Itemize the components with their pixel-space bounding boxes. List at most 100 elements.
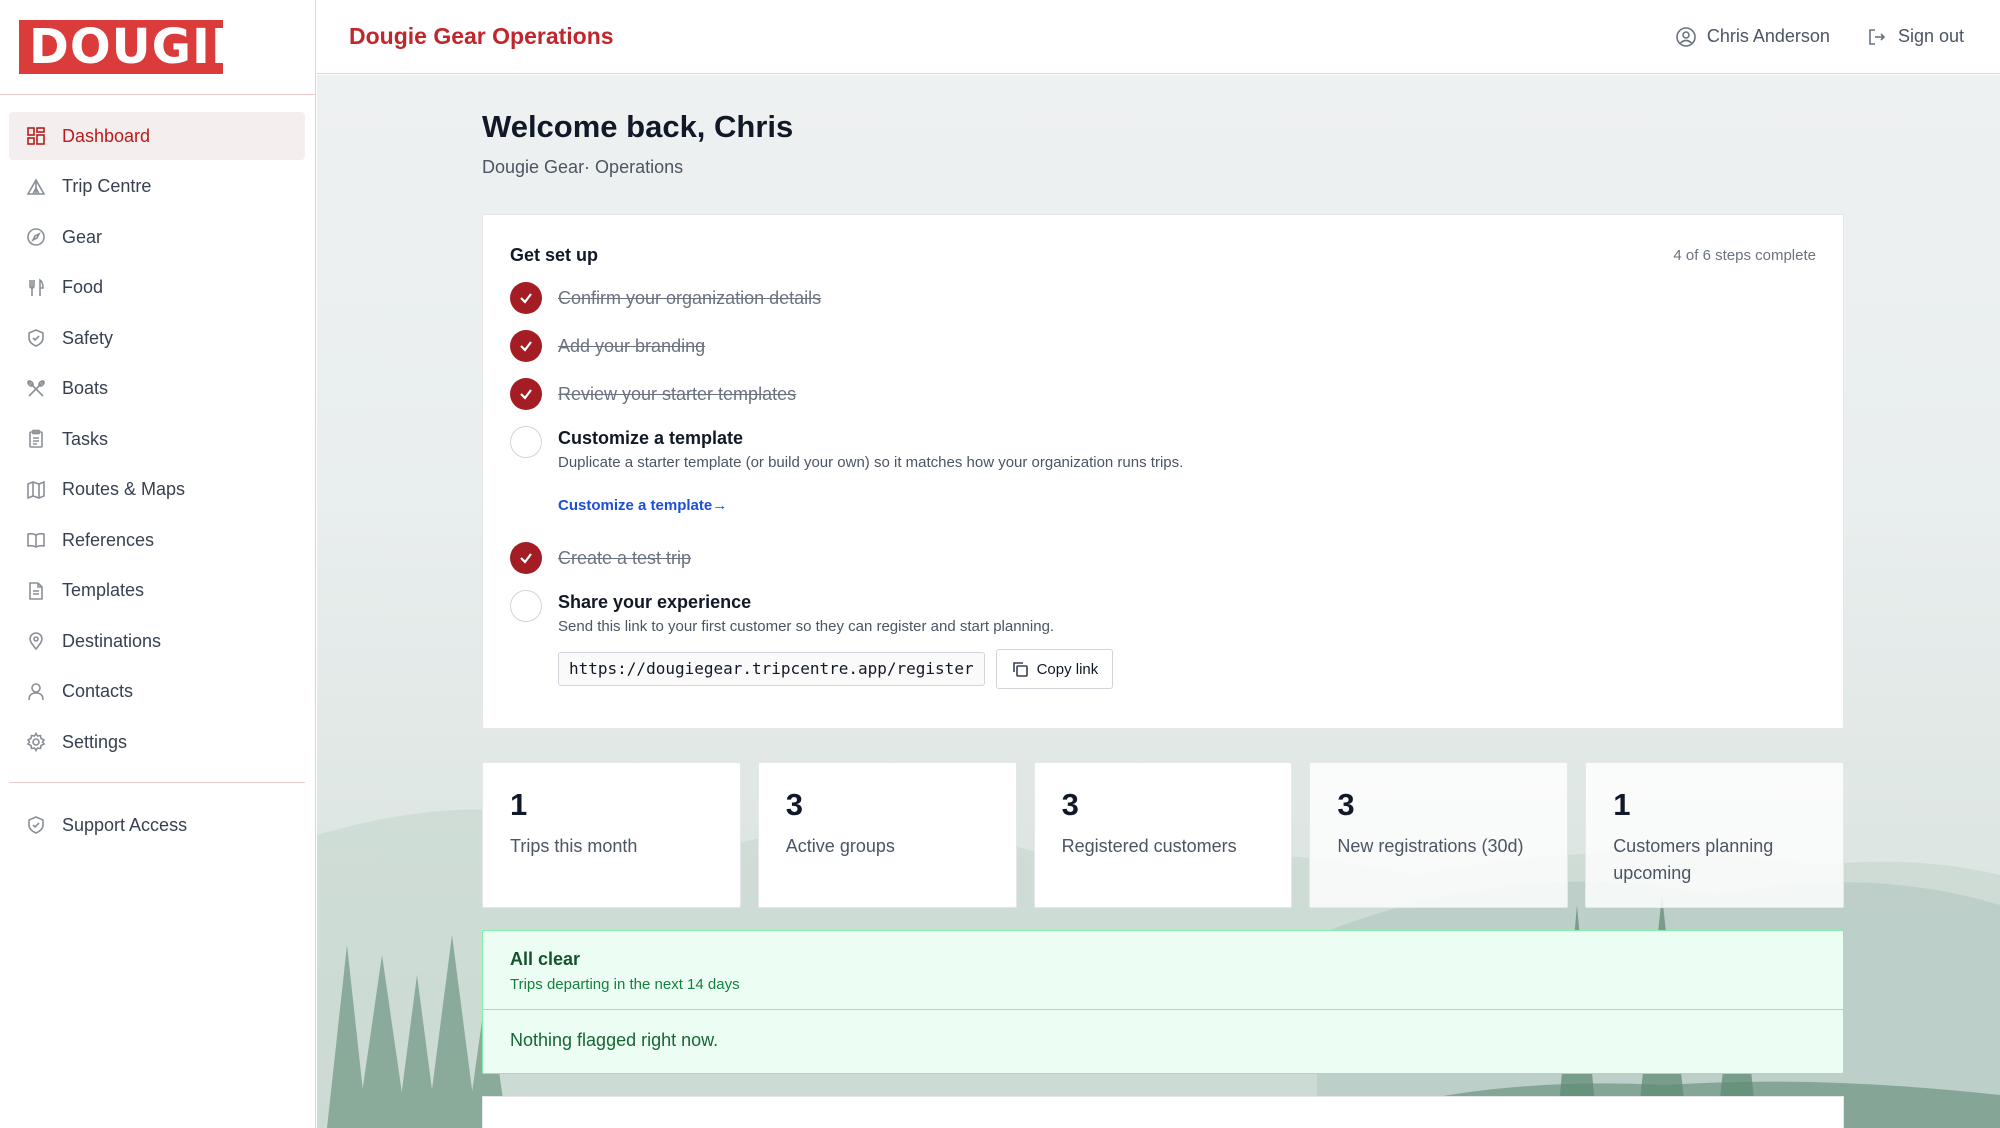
sidebar-item-tasks[interactable]: Tasks <box>9 415 305 463</box>
map-pin-icon <box>25 630 47 652</box>
sidebar-item-label: Destinations <box>62 630 162 651</box>
utensils-icon <box>25 277 47 299</box>
setup-checklist-card: Get set up 4 of 6 steps complete Confirm… <box>482 214 1844 729</box>
alert-header: All clear Trips departing in the next 14… <box>483 931 1843 1010</box>
stat-label: Registered customers <box>1061 836 1237 856</box>
departures-alert: All clear Trips departing in the next 14… <box>482 930 1844 1074</box>
sidebar: DOUGIE Dashboard Trip Centre Gear Food S… <box>0 0 316 1128</box>
sidebar-item-label: Food <box>62 277 104 297</box>
sidebar-item-references[interactable]: References <box>9 516 305 564</box>
step-title: Share your experience <box>558 592 752 612</box>
stat-value: 1 <box>510 787 528 822</box>
app-title: Dougie Gear Operations <box>349 23 614 49</box>
stat-label: Trips this month <box>510 836 638 856</box>
sidebar-item-food[interactable]: Food <box>9 264 305 312</box>
sidebar-item-label: Templates <box>62 580 145 600</box>
paddles-icon <box>25 378 47 400</box>
brand-logo[interactable]: DOUGIE <box>19 20 244 74</box>
alert-subtitle: Trips departing in the next 14 days <box>510 976 740 993</box>
check-circle-icon <box>510 542 542 574</box>
map-icon <box>25 479 47 501</box>
setup-step[interactable]: Customize a template Duplicate a starter… <box>510 426 1816 526</box>
stat-label: Customers planning upcoming <box>1613 836 1774 883</box>
empty-circle-icon <box>510 590 542 622</box>
step-title: Customize a template <box>558 428 744 448</box>
stat-label: Active groups <box>785 836 895 856</box>
sidebar-item-templates[interactable]: Templates <box>9 567 305 615</box>
setup-title: Get set up <box>510 245 599 265</box>
compass-icon <box>25 226 47 248</box>
sidebar-item-gear[interactable]: Gear <box>9 213 305 261</box>
sidebar-item-boats[interactable]: Boats <box>9 365 305 413</box>
stat-card[interactable]: 3 New registrations (30d) <box>1309 762 1569 908</box>
stats-row: 1 Trips this month 3 Active groups 3 Reg… <box>482 762 1844 908</box>
book-icon <box>25 529 47 551</box>
welcome-heading: Welcome back, Chris <box>482 109 794 144</box>
setup-step[interactable]: Create a test trip <box>510 542 1816 574</box>
setup-header: Get set up 4 of 6 steps complete <box>510 245 1816 266</box>
setup-step[interactable]: Share your experience Send this link to … <box>510 590 1816 689</box>
shield-icon <box>25 327 47 349</box>
step-title: Add your branding <box>558 336 706 356</box>
stat-value: 3 <box>785 787 804 822</box>
stat-card[interactable]: 3 Active groups <box>757 762 1017 908</box>
sign-out-label: Sign out <box>1897 26 1964 46</box>
user-circle-icon <box>1676 26 1696 47</box>
check-circle-icon <box>510 282 542 314</box>
check-circle-icon <box>510 330 542 362</box>
sign-out-icon <box>1869 28 1886 45</box>
sidebar-item-destinations[interactable]: Destinations <box>9 617 305 665</box>
user-menu[interactable]: Chris Anderson <box>1675 26 1830 48</box>
sidebar-item-contacts[interactable]: Contacts <box>9 668 305 716</box>
alert-message: Nothing flagged right now. <box>510 1030 719 1050</box>
shield-check-icon <box>25 814 47 836</box>
next-section-card <box>482 1096 1844 1128</box>
document-icon <box>25 580 47 602</box>
user-name: Chris Anderson <box>1706 26 1830 46</box>
step-description: Duplicate a starter template (or build y… <box>558 454 1184 471</box>
sidebar-item-label: Contacts <box>62 681 134 701</box>
sidebar-item-label: Gear <box>62 226 103 247</box>
customize-template-link[interactable]: Customize a template→ <box>558 497 727 514</box>
stat-label: New registrations (30d) <box>1337 836 1524 856</box>
setup-step[interactable]: Confirm your organization details <box>510 282 1816 314</box>
copy-icon <box>1012 662 1028 677</box>
sidebar-nav: Dashboard Trip Centre Gear Food Safety B… <box>0 95 315 849</box>
page-subtitle: Dougie Gear· Operations <box>482 157 684 177</box>
user-icon <box>25 681 47 703</box>
empty-circle-icon <box>510 426 542 458</box>
alert-title: All clear <box>510 949 581 969</box>
registration-url[interactable]: https://dougiegear.tripcentre.app/regist… <box>558 652 985 686</box>
sidebar-item-label: Tasks <box>62 428 109 449</box>
sidebar-item-label: Support Access <box>62 814 188 835</box>
gear-icon <box>25 731 47 753</box>
sidebar-item-label: Boats <box>62 378 109 398</box>
setup-step[interactable]: Add your branding <box>510 330 1816 362</box>
sidebar-item-label: Settings <box>62 731 128 752</box>
step-title: Confirm your organization details <box>558 288 822 308</box>
stat-value: 3 <box>1337 787 1355 822</box>
sidebar-item-support-access[interactable]: Support Access <box>9 801 305 849</box>
copy-link-button[interactable]: Copy link <box>995 649 1114 689</box>
setup-step[interactable]: Review your starter templates <box>510 378 1816 410</box>
sidebar-divider <box>9 782 305 783</box>
step-title: Review your starter templates <box>558 384 797 404</box>
sidebar-item-settings[interactable]: Settings <box>9 718 305 766</box>
sidebar-item-label: Trip Centre <box>62 176 152 196</box>
stat-card[interactable]: 1 Customers planning upcoming <box>1585 762 1844 908</box>
stat-card[interactable]: 1 Trips this month <box>482 762 741 908</box>
sidebar-item-safety[interactable]: Safety <box>9 314 305 362</box>
check-circle-icon <box>510 378 542 410</box>
clipboard-icon <box>25 428 47 450</box>
logo-area: DOUGIE <box>0 0 315 95</box>
sidebar-item-dashboard[interactable]: Dashboard <box>9 112 305 160</box>
stat-card[interactable]: 3 Registered customers <box>1033 762 1293 908</box>
stat-value: 3 <box>1061 787 1079 822</box>
stat-value: 1 <box>1613 787 1631 822</box>
sign-out-button[interactable]: Sign out <box>1866 26 1964 48</box>
sidebar-item-trip-centre[interactable]: Trip Centre <box>9 163 305 211</box>
sidebar-item-routes-maps[interactable]: Routes & Maps <box>9 466 305 514</box>
main-content: Welcome back, Chris Dougie Gear· Operati… <box>482 75 1844 1128</box>
sidebar-item-label: References <box>62 529 155 550</box>
dashboard-icon <box>25 125 47 147</box>
